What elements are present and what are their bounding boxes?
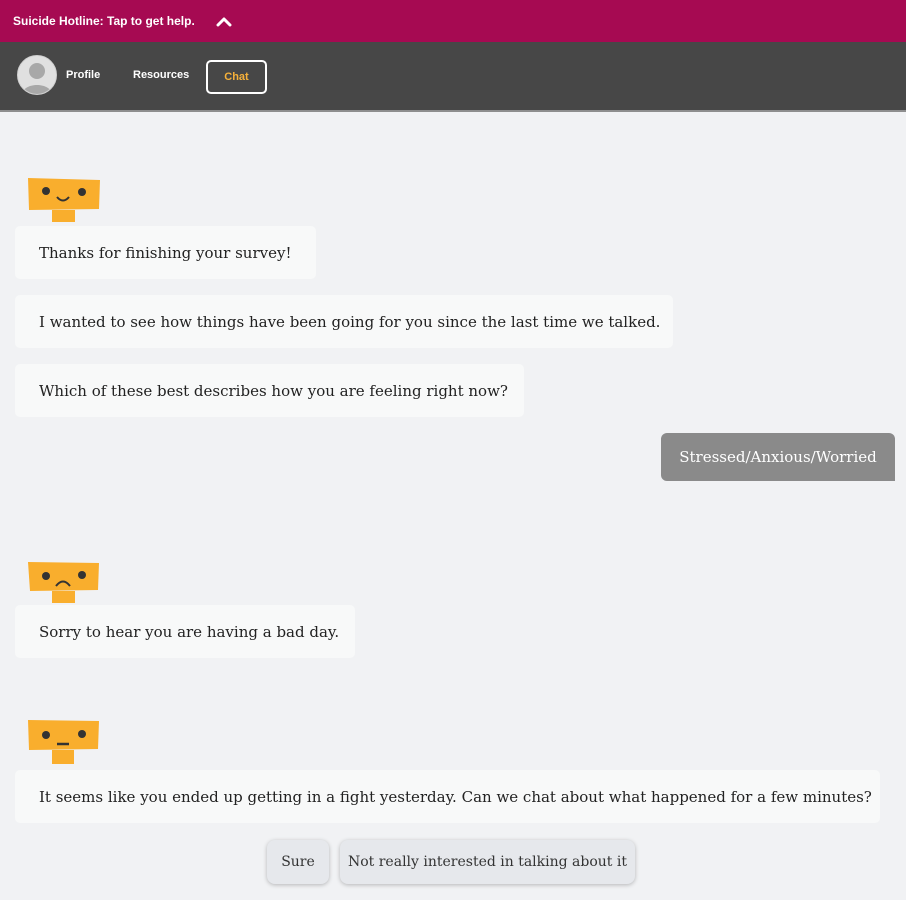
bot-avatar-frown-icon xyxy=(27,560,101,610)
nav-profile-link[interactable]: Profile xyxy=(66,69,100,81)
user-message: Stressed/Anxious/Worried xyxy=(661,433,895,481)
bot-message: I wanted to see how things have been goi… xyxy=(15,295,673,348)
bot-message: Sorry to hear you are having a bad day. xyxy=(15,605,355,658)
hotline-banner[interactable]: Suicide Hotline: Tap to get help. xyxy=(0,0,906,42)
top-nav: Profile Resources Chat xyxy=(0,42,906,112)
bot-message: It seems like you ended up getting in a … xyxy=(15,770,880,823)
bot-message: Which of these best describes how you ar… xyxy=(15,364,524,417)
quick-reply-decline-button[interactable]: Not really interested in talking about i… xyxy=(340,840,635,884)
quick-reply-sure-button[interactable]: Sure xyxy=(267,840,329,884)
nav-resources-link[interactable]: Resources xyxy=(133,69,189,81)
bot-avatar-smile-icon xyxy=(27,176,101,226)
avatar[interactable] xyxy=(17,55,57,95)
bot-message: Thanks for finishing your survey! xyxy=(15,226,316,279)
nav-chat-tab[interactable]: Chat xyxy=(206,60,267,94)
hotline-text: Suicide Hotline: Tap to get help. xyxy=(13,14,195,28)
chevron-up-icon[interactable] xyxy=(215,12,233,30)
bot-avatar-neutral-icon xyxy=(27,718,101,768)
